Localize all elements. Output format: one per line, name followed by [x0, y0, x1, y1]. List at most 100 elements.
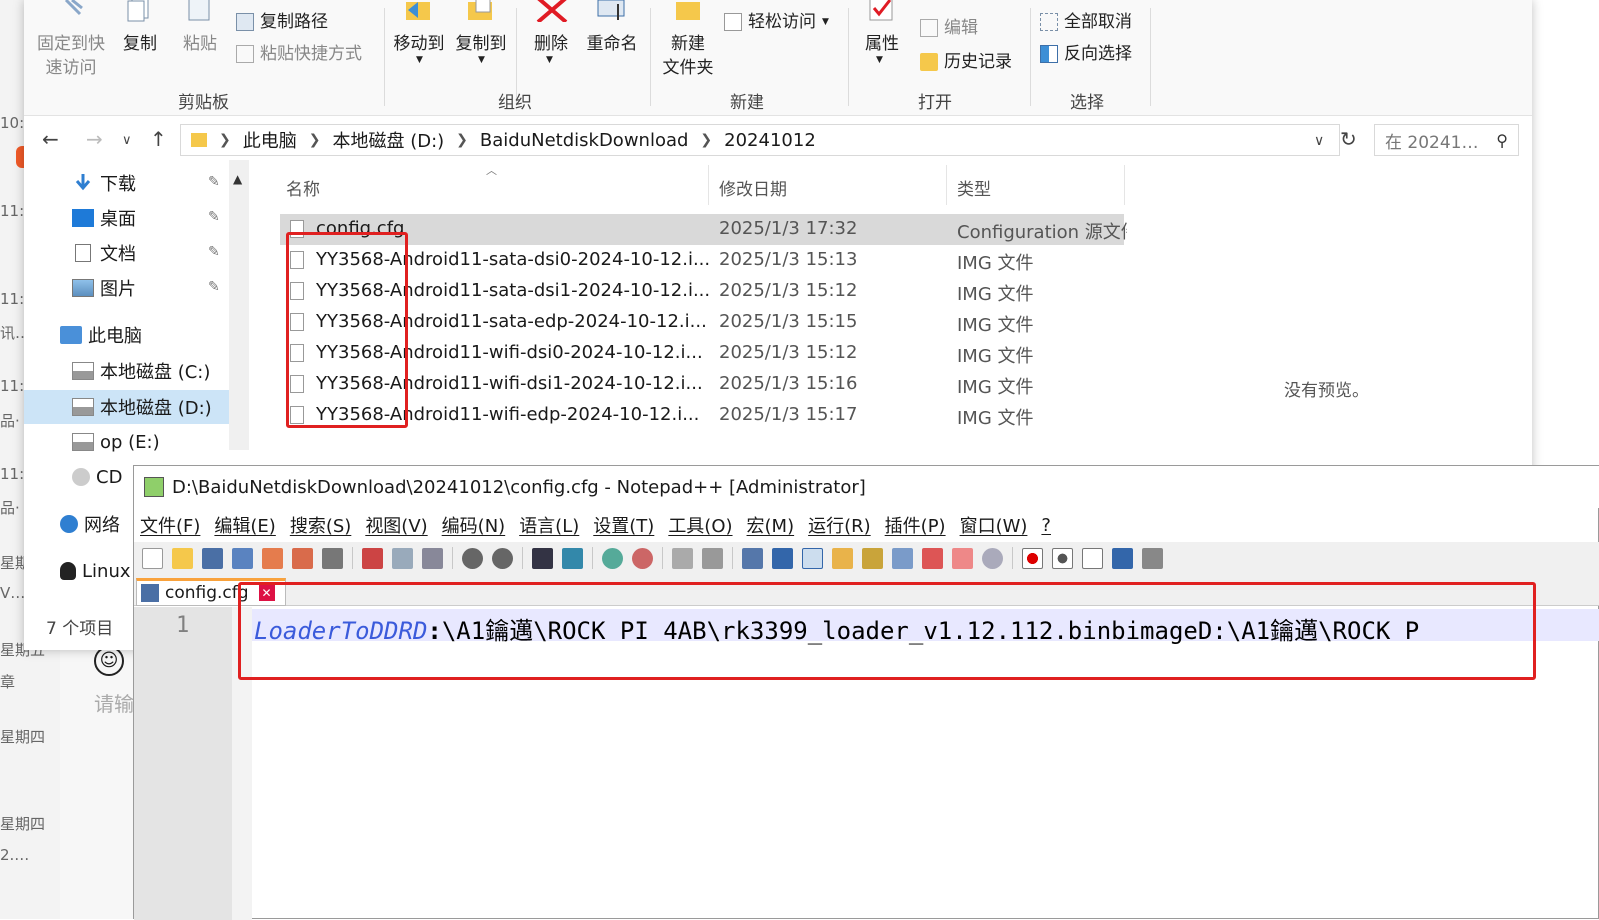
sync-vertical-icon[interactable]	[672, 547, 693, 569]
forward-arrow-icon[interactable]: →	[86, 127, 103, 151]
menu-help[interactable]: ?	[1041, 515, 1051, 536]
nav-item-network[interactable]: 网络	[60, 507, 120, 541]
word-wrap-icon[interactable]	[742, 547, 763, 569]
cut-icon[interactable]	[362, 547, 383, 569]
sync-horizontal-icon[interactable]	[702, 547, 723, 569]
menu-macro[interactable]: 宏(M)	[747, 512, 795, 538]
nav-item-documents[interactable]: 文档	[72, 236, 136, 270]
function-list-icon[interactable]	[922, 547, 943, 569]
up-arrow-icon[interactable]: ↑	[150, 127, 167, 151]
column-header-date[interactable]: 修改日期	[719, 175, 787, 200]
record-macro-icon[interactable]	[1022, 547, 1043, 569]
history-icon	[920, 53, 938, 71]
nav-item-drive-d[interactable]: 本地磁盘 (D:)	[72, 390, 212, 424]
replace-icon[interactable]	[562, 547, 583, 569]
close-all-icon[interactable]	[292, 547, 313, 569]
open-folder-icon[interactable]	[172, 547, 193, 569]
show-all-chars-icon[interactable]	[772, 547, 793, 569]
easy-access-button[interactable]: 轻松访问 ▼	[724, 10, 829, 34]
menu-settings[interactable]: 设置(T)	[593, 512, 654, 538]
chat-input-area[interactable]: ☺ 请输	[60, 640, 135, 919]
copy-path-button[interactable]: 复制路径	[236, 10, 328, 34]
folder-workspace-icon[interactable]	[952, 547, 973, 569]
nav-item-pictures[interactable]: 图片	[72, 271, 136, 305]
invert-selection-button[interactable]: 反向选择	[1040, 42, 1132, 66]
redo-icon[interactable]	[492, 547, 513, 569]
menu-language[interactable]: 语言(L)	[519, 512, 579, 538]
copy-icon[interactable]	[392, 547, 413, 569]
menu-run[interactable]: 运行(R)	[808, 512, 871, 538]
search-input[interactable]: 在 20241… ⚲	[1374, 124, 1519, 156]
emoji-icon[interactable]: ☺	[94, 646, 124, 676]
find-icon[interactable]	[532, 547, 553, 569]
address-dropdown-icon[interactable]: ∨	[1314, 133, 1324, 149]
select-none-button[interactable]: 全部取消	[1040, 10, 1132, 34]
linux-penguin-icon	[60, 562, 76, 580]
chat-placeholder: 请输	[94, 692, 134, 716]
pin-icon[interactable]: ✎	[208, 174, 220, 190]
zoom-out-icon[interactable]	[632, 547, 653, 569]
nav-item-drive-e[interactable]: op (E:)	[72, 425, 160, 459]
save-icon[interactable]	[202, 547, 223, 569]
menu-window[interactable]: 窗口(W)	[960, 512, 1028, 538]
nav-item-cd[interactable]: CD	[72, 460, 122, 494]
nav-scrollbar[interactable]: ▲	[229, 160, 249, 450]
new-file-icon[interactable]	[142, 547, 163, 569]
doc-list-icon[interactable]	[892, 547, 913, 569]
menu-plugins[interactable]: 插件(P)	[885, 512, 946, 538]
scroll-up-icon[interactable]: ▲	[233, 172, 242, 186]
menu-view[interactable]: 视图(V)	[365, 512, 427, 538]
run-macro-multiple-icon[interactable]	[1112, 547, 1133, 569]
undo-icon[interactable]	[462, 547, 483, 569]
properties-check-icon	[869, 0, 893, 21]
nav-item-downloads[interactable]: 下载	[72, 166, 136, 200]
stop-macro-icon[interactable]	[1052, 547, 1073, 569]
paste-shortcut-button[interactable]: 粘贴快捷方式	[236, 42, 362, 66]
address-bar[interactable]: ❯ 此电脑 ❯ 本地磁盘 (D:) ❯ BaiduNetdiskDownload…	[180, 124, 1340, 156]
npp-menu-bar: 文件(F) 编辑(E) 搜索(S) 视图(V) 编码(N) 语言(L) 设置(T…	[134, 508, 1599, 542]
breadcrumb-baidu[interactable]: BaiduNetdiskDownload	[480, 130, 689, 151]
save-macro-icon[interactable]	[1142, 547, 1163, 569]
nav-item-drive-c[interactable]: 本地磁盘 (C:)	[72, 354, 210, 388]
divider	[592, 547, 593, 569]
doc-map-icon[interactable]	[862, 547, 883, 569]
user-language-icon[interactable]	[832, 547, 853, 569]
nav-item-desktop[interactable]: 桌面	[72, 201, 136, 235]
menu-file[interactable]: 文件(F)	[140, 512, 200, 538]
refresh-icon[interactable]: ↻	[1340, 127, 1357, 151]
pin-icon[interactable]: ✎	[208, 279, 220, 295]
pin-icon	[64, 0, 83, 16]
recent-locations-chevron-icon[interactable]: ∨	[122, 133, 132, 148]
menu-tools[interactable]: 工具(O)	[668, 512, 732, 538]
edit-button[interactable]: 编辑	[920, 16, 978, 40]
indent-guide-icon[interactable]	[802, 547, 823, 569]
bg-text: 品·	[0, 499, 20, 517]
menu-encoding[interactable]: 编码(N)	[442, 512, 506, 538]
cd-icon	[72, 468, 90, 486]
nav-item-this-pc[interactable]: 此电脑	[60, 318, 142, 352]
history-button[interactable]: 历史记录	[920, 50, 1012, 74]
nav-item-linux[interactable]: Linux	[60, 554, 131, 588]
divider	[946, 165, 947, 205]
play-macro-icon[interactable]	[1082, 547, 1103, 569]
divider	[1150, 8, 1151, 106]
divider	[732, 547, 733, 569]
save-all-icon[interactable]	[232, 547, 253, 569]
divider	[352, 547, 353, 569]
print-icon[interactable]	[322, 547, 343, 569]
menu-edit[interactable]: 编辑(E)	[214, 512, 275, 538]
back-arrow-icon[interactable]: ←	[42, 127, 59, 151]
breadcrumb-20241012[interactable]: 20241012	[724, 130, 816, 151]
close-file-icon[interactable]	[262, 547, 283, 569]
column-header-type[interactable]: 类型	[957, 175, 991, 200]
breadcrumb-this-pc[interactable]: 此电脑	[243, 127, 297, 153]
pin-icon[interactable]: ✎	[208, 244, 220, 260]
zoom-in-icon[interactable]	[602, 547, 623, 569]
column-header-name[interactable]: 名称	[286, 175, 320, 200]
breadcrumb-drive-d[interactable]: 本地磁盘 (D:)	[332, 127, 444, 153]
menu-search[interactable]: 搜索(S)	[290, 512, 351, 538]
pin-icon[interactable]: ✎	[208, 209, 220, 225]
folder-icon	[676, 2, 700, 20]
paste-icon[interactable]	[422, 547, 443, 569]
monitoring-eye-icon[interactable]	[982, 547, 1003, 569]
